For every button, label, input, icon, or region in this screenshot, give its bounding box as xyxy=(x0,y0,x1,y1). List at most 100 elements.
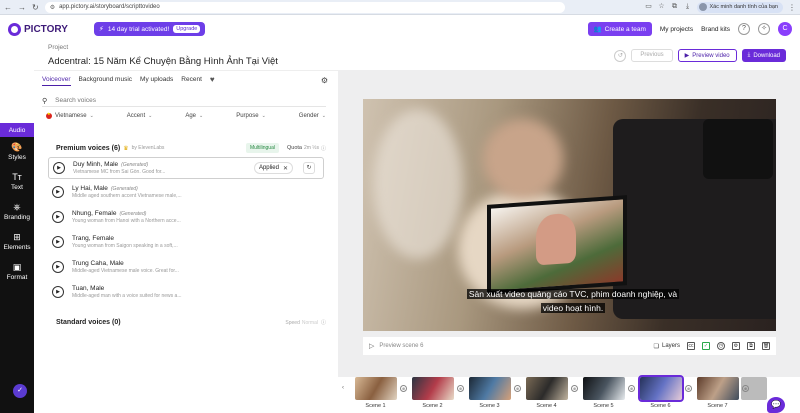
preview-video-label: Preview video xyxy=(692,52,730,59)
bookmark-star-icon[interactable]: ☆ xyxy=(658,3,666,11)
regenerate-icon[interactable]: ↻ xyxy=(303,162,315,174)
language-filter[interactable]: Vietnamese ⌄ xyxy=(46,111,94,119)
address-bar[interactable]: ⚙ app.pictory.ai/storyboard/scripttovide… xyxy=(44,1,565,13)
scene-thumbnail[interactable]: Scene 2 ⊕ xyxy=(409,377,466,409)
sidebar-item-elements[interactable]: ⊞ Elements xyxy=(0,227,34,257)
video-subtitle[interactable]: Sản xuất video quảng cáo TVC, phim doanh… xyxy=(413,287,733,315)
close-icon[interactable]: ✕ xyxy=(283,165,288,172)
scene-thumbnail-selected[interactable]: Scene 6 ⊕ xyxy=(637,375,694,409)
voice-settings-icon[interactable]: ⚙ xyxy=(321,76,328,85)
premium-voice-list: ▶ Duy Minh, Male (Generated) Vietnamese M… xyxy=(48,157,324,304)
create-team-button[interactable]: 👥 Create a team xyxy=(587,22,652,36)
scene-options-icon[interactable]: ⊕ xyxy=(685,385,692,392)
timer-icon[interactable]: ◷ xyxy=(717,342,725,350)
forward-icon[interactable]: → xyxy=(18,3,26,12)
undo-icon[interactable]: ↺ xyxy=(614,49,627,62)
tab-voiceover[interactable]: Voiceover xyxy=(42,76,71,86)
site-info-icon[interactable]: ⚙ xyxy=(50,4,55,11)
list-item[interactable]: ▶ Duy Minh, Male (Generated) Vietnamese M… xyxy=(48,157,324,179)
download-icon[interactable]: ⤓ xyxy=(684,3,692,11)
camera-lens xyxy=(703,119,773,179)
user-avatar[interactable]: C xyxy=(778,22,792,36)
list-item[interactable]: ▶ Tuan, Male Middle-aged man with a voic… xyxy=(48,279,324,304)
preview-scene-label[interactable]: Preview scene 6 xyxy=(379,343,423,349)
play-icon[interactable]: ▶ xyxy=(52,260,64,273)
tab-recent[interactable]: Recent xyxy=(181,76,202,86)
voice-name: Trang, Female xyxy=(72,234,115,242)
sidebar-item-styles[interactable]: 🎨 Styles xyxy=(0,137,34,167)
play-icon[interactable]: ▶ xyxy=(52,235,64,248)
scene-thumbnail[interactable]: Scene 7 ⊕ xyxy=(694,377,751,409)
play-outline-icon[interactable]: ▷ xyxy=(369,342,374,350)
previous-button[interactable]: Previous xyxy=(631,49,673,62)
scene-options-icon[interactable]: ⊕ xyxy=(628,385,635,392)
download-label: Download xyxy=(753,52,780,59)
scene-thumbnail[interactable]: Scene 5 ⊕ xyxy=(580,377,637,409)
speed-control[interactable]: Speed Normal xyxy=(285,320,318,326)
scene-thumbnail[interactable]: Scene 4 ⊕ xyxy=(523,377,580,409)
list-item[interactable]: ▶ Ly Hai, Male (Generated) Middle aged so… xyxy=(48,179,324,204)
project-title[interactable]: Adcentral: 15 Năm Kể Chuyện Bằng Hình Ản… xyxy=(48,56,278,67)
sidebar-item-format[interactable]: ▣ Format xyxy=(0,257,34,287)
standard-voices-title: Standard voices (0) xyxy=(56,319,121,326)
browser-actions: ▭ ☆ ⧉ ⤓ Xác minh danh tính của bạn ⋮ xyxy=(645,1,796,13)
upgrade-button[interactable]: Upgrade xyxy=(173,25,201,33)
sidebar-item-text[interactable]: Tт Text xyxy=(0,167,34,197)
scene-thumbnail[interactable]: Scene 1 ⊕ xyxy=(352,377,409,409)
play-icon[interactable]: ▶ xyxy=(53,162,65,174)
favorites-heart-icon[interactable]: ♥ xyxy=(210,76,215,86)
premium-voices-title: Premium voices (6) xyxy=(56,144,121,152)
scene-options-icon[interactable]: ⊕ xyxy=(742,385,749,392)
help-chat-icon[interactable]: ✓ xyxy=(13,384,27,398)
profile-chip[interactable]: Xác minh danh tính của bạn xyxy=(696,1,783,13)
extensions-icon[interactable]: ⧉ xyxy=(671,3,679,11)
layers-button[interactable]: ❏ Layers xyxy=(654,343,680,350)
list-item[interactable]: ▶ Nhung, Female (Generated) Young woman f… xyxy=(48,204,324,229)
duplicate-icon[interactable]: ⧉ xyxy=(747,342,755,350)
settings-icon[interactable]: ⚙ xyxy=(732,342,740,350)
back-icon[interactable]: ← xyxy=(4,3,12,12)
scene-options-icon[interactable]: ⊕ xyxy=(457,385,464,392)
preview-video-button[interactable]: ▶ Preview video xyxy=(677,49,737,62)
scene-options-icon[interactable]: ⊕ xyxy=(571,385,578,392)
quota-value: 2m ½s xyxy=(303,145,319,151)
tab-background-music[interactable]: Background music xyxy=(79,76,132,86)
pictory-logo[interactable]: PICTORY xyxy=(8,22,68,36)
chat-support-icon[interactable]: 💬 xyxy=(767,397,785,413)
captions-icon[interactable]: cc xyxy=(687,342,695,350)
info-icon[interactable]: ⓘ xyxy=(321,319,326,326)
scene-image xyxy=(637,375,684,402)
reload-icon[interactable]: ↻ xyxy=(32,3,39,12)
info-icon[interactable]: ⓘ xyxy=(321,145,326,152)
play-icon[interactable]: ▶ xyxy=(52,285,64,298)
my-projects-link[interactable]: My projects xyxy=(660,26,693,33)
play-icon[interactable]: ▶ xyxy=(52,210,64,223)
cast-icon[interactable]: ▭ xyxy=(645,3,653,11)
scene-thumbnail[interactable]: Scene 3 ⊕ xyxy=(466,377,523,409)
lightbulb-icon[interactable]: ✧ xyxy=(758,23,770,35)
sidebar-item-branding[interactable]: ⎈ Branding xyxy=(0,197,34,227)
scene-preview-bar: ▷ Preview scene 6 ❏ Layers cc ✓ ◷ ⚙ ⧉ 🗑 xyxy=(363,337,776,355)
list-item[interactable]: ▶ Trung Caha, Male Middle-aged Vietnames… xyxy=(48,254,324,279)
play-icon[interactable]: ▶ xyxy=(52,185,64,198)
scene-options-icon[interactable]: ⊕ xyxy=(514,385,521,392)
voiceover-mic-icon[interactable]: ✓ xyxy=(702,342,710,350)
accent-filter[interactable]: Accent ⌄ xyxy=(127,113,153,119)
list-item[interactable]: ▶ Trang, Female Young woman from Saigon … xyxy=(48,229,324,254)
video-preview[interactable]: Sản xuất video quảng cáo TVC, phim doanh… xyxy=(363,99,776,331)
help-circle-icon[interactable]: ? xyxy=(738,23,750,35)
delete-icon[interactable]: 🗑 xyxy=(762,342,770,350)
sidebar-item-audio[interactable]: Audio xyxy=(0,123,34,137)
scene-options-icon[interactable]: ⊕ xyxy=(400,385,407,392)
gender-filter[interactable]: Gender ⌄ xyxy=(299,113,326,119)
strip-left-icon[interactable]: ‹ xyxy=(342,385,352,391)
age-filter[interactable]: Age ⌄ xyxy=(185,113,203,119)
brand-kits-link[interactable]: Brand kits xyxy=(701,26,730,33)
download-button[interactable]: ⤓ Download xyxy=(741,49,786,62)
palette-icon: 🎨 xyxy=(11,142,23,152)
search-voices-input[interactable] xyxy=(55,97,256,104)
browser-menu-icon[interactable]: ⋮ xyxy=(788,3,796,12)
tab-my-uploads[interactable]: My uploads xyxy=(140,76,173,86)
purpose-filter[interactable]: Purpose ⌄ xyxy=(236,113,266,119)
url-text: app.pictory.ai/storyboard/scripttovideo xyxy=(59,4,160,10)
